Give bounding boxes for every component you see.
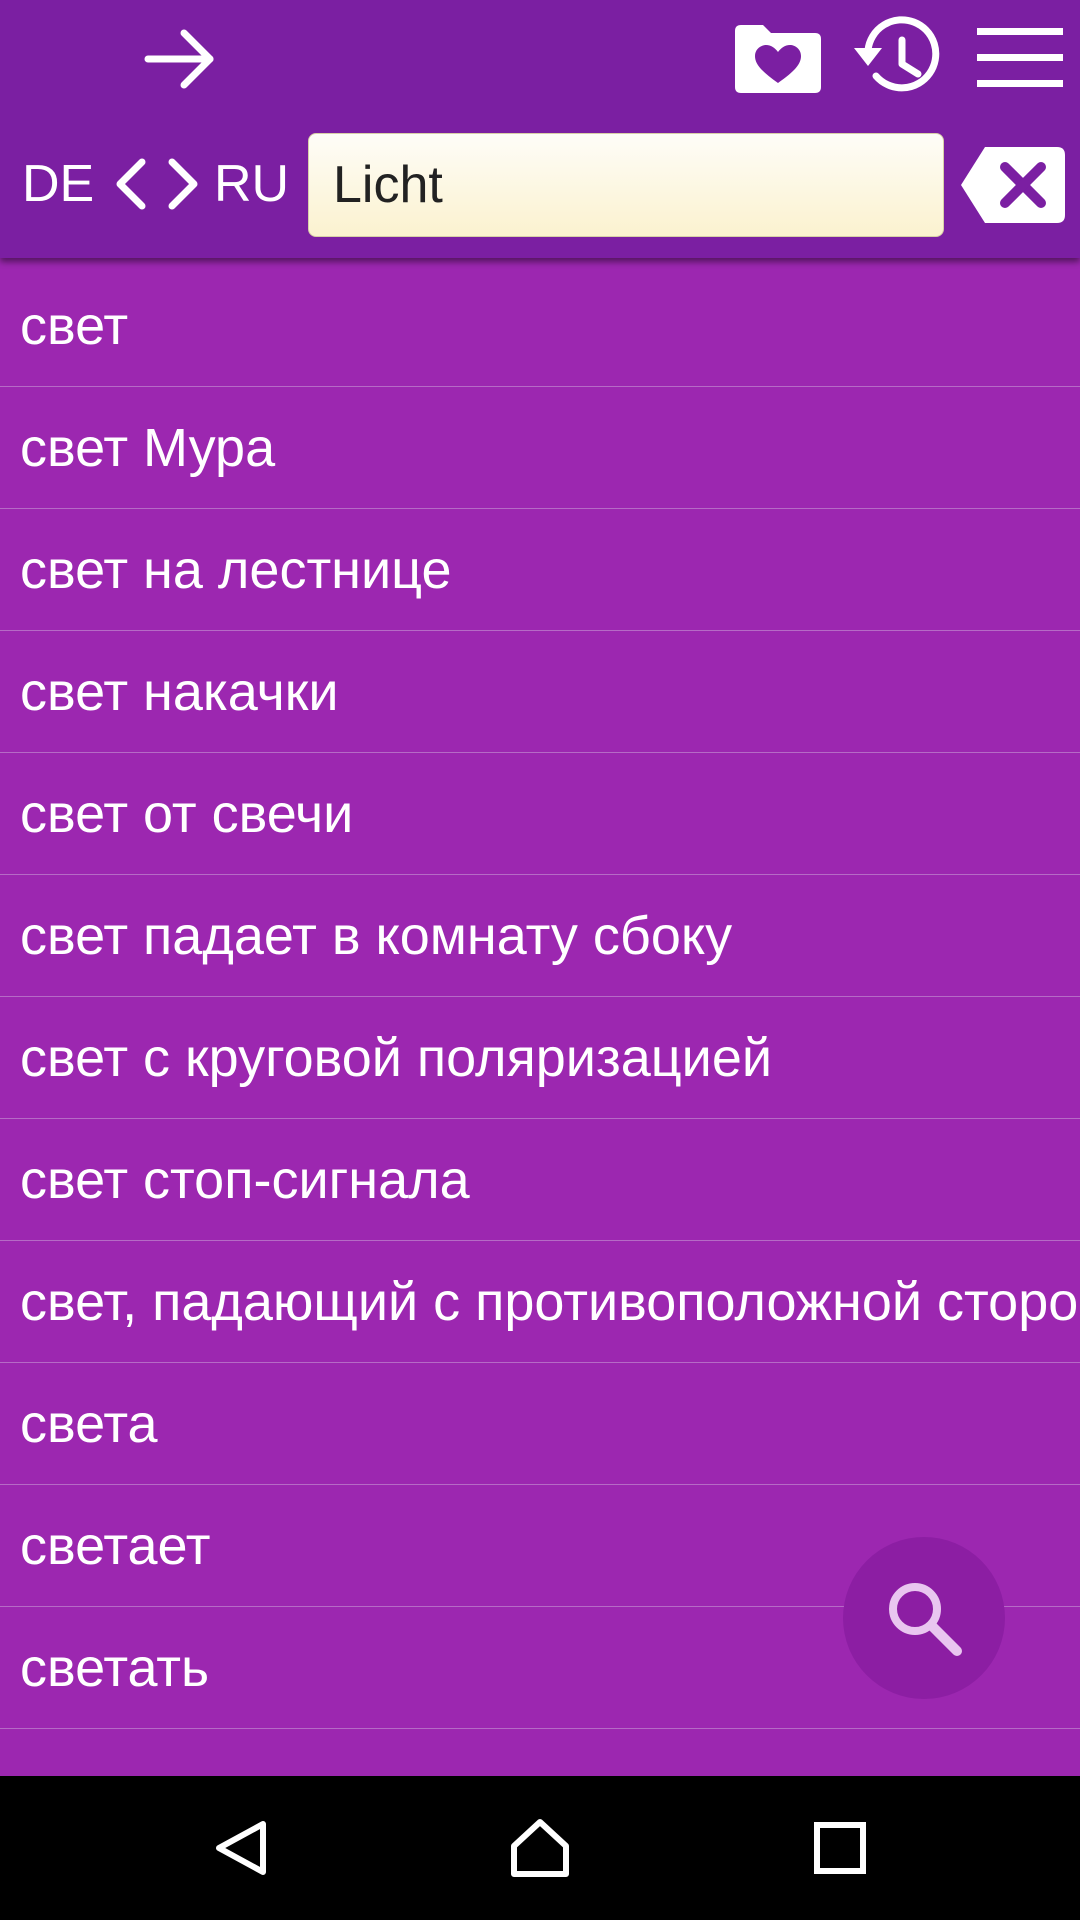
target-language-label[interactable]: RU (214, 154, 289, 214)
search-field[interactable] (308, 133, 944, 237)
toolbar-actions-row (0, 0, 1080, 120)
search-input[interactable] (333, 155, 913, 215)
list-item[interactable]: свет (0, 266, 1080, 387)
list-item[interactable]: света (0, 1363, 1080, 1485)
list-item[interactable]: свет на лестнице (0, 509, 1080, 631)
source-language-label[interactable]: DE (22, 154, 94, 214)
backspace-clear-icon[interactable] (958, 142, 1070, 228)
app-toolbar: DE RU (0, 0, 1080, 258)
system-navigation-bar (0, 1776, 1080, 1920)
search-row: DE RU (0, 130, 1080, 240)
chevron-left-icon[interactable] (104, 152, 156, 216)
history-icon[interactable] (848, 12, 948, 112)
chevron-right-icon[interactable] (158, 152, 210, 216)
dictionary-app: DE RU Licht свет свет Мура свет на лестн… (0, 0, 1080, 1920)
hamburger-menu-icon[interactable] (970, 18, 1070, 98)
search-icon (889, 1583, 962, 1656)
back-triangle-icon[interactable] (191, 1798, 291, 1898)
list-item[interactable]: свет от свечи (0, 753, 1080, 875)
home-icon[interactable] (490, 1798, 590, 1898)
search-fab-button[interactable] (843, 1537, 1005, 1699)
arrow-right-icon[interactable] (130, 14, 230, 104)
list-item[interactable]: свет с круговой поляризацией (0, 997, 1080, 1119)
list-item[interactable]: свет падает в комнату сбоку (0, 875, 1080, 997)
list-item[interactable]: свет Мура (0, 387, 1080, 509)
folder-heart-icon[interactable] (728, 14, 828, 104)
list-item[interactable]: свет, падающий с противоположной стороны (0, 1241, 1080, 1363)
recents-square-icon[interactable] (790, 1798, 890, 1898)
list-item[interactable]: свет накачки (0, 631, 1080, 753)
list-item[interactable]: свет стоп-сигнала (0, 1119, 1080, 1241)
